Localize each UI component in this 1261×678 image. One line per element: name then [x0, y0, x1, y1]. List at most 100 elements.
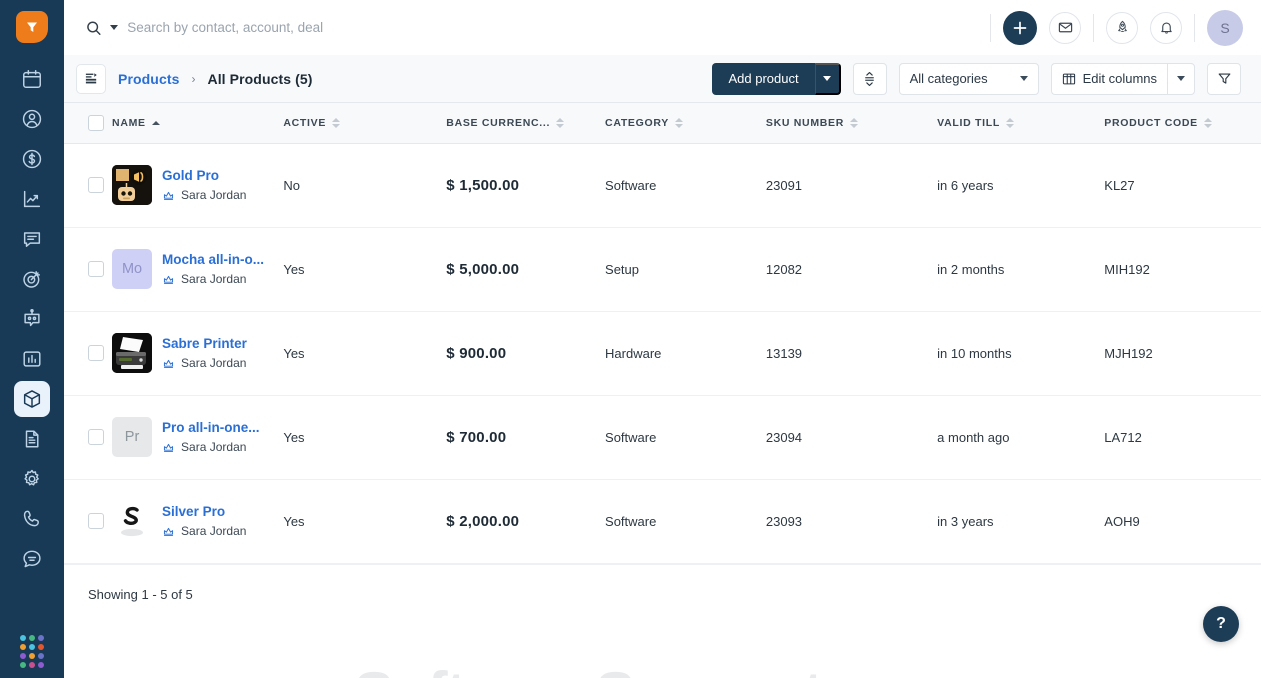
product-code-value: AOH9 [1104, 513, 1140, 529]
sidebar-item-calls[interactable] [14, 501, 50, 537]
funnel-logo-glyph [27, 22, 37, 32]
add-product-button[interactable]: Add product [712, 62, 815, 95]
column-header-sku[interactable]: SKU NUMBER [765, 103, 938, 144]
sidebar-item-deals[interactable] [14, 141, 69, 177]
global-search[interactable] [86, 20, 990, 36]
active-value: Yes [283, 429, 305, 445]
sidebar-item-targets[interactable] [14, 261, 50, 297]
row-checkbox[interactable] [88, 345, 104, 361]
calendar-icon [23, 70, 41, 88]
column-label: ACTIVE [283, 116, 327, 129]
breadcrumb-current: All Products (5) [207, 70, 313, 87]
sort-arrows-icon[interactable] [850, 117, 859, 128]
select-all-checkbox[interactable] [88, 114, 104, 131]
sidebar-item-documents[interactable] [14, 421, 50, 457]
columns-icon [1062, 73, 1075, 84]
sort-arrows-icon[interactable] [674, 117, 683, 128]
sidebar-item-settings[interactable] [14, 461, 50, 497]
cell-valid-till: in 10 months [937, 311, 1104, 395]
category-filter-select[interactable]: All categories [898, 62, 1039, 95]
search-input[interactable] [127, 20, 990, 35]
sidebar-item-messages[interactable] [14, 541, 50, 577]
cell-category: Software [605, 395, 766, 479]
sort-arrows-icon[interactable] [1005, 117, 1014, 128]
add-new-button[interactable] [1003, 10, 1037, 45]
funnel-logo[interactable] [16, 11, 48, 43]
sku-value: 23094 [765, 429, 803, 445]
column-label: NAME [112, 116, 146, 129]
edit-columns-label: Edit columns [1082, 71, 1157, 86]
row-select-cell [64, 479, 112, 563]
sidebar-item-products[interactable] [14, 381, 50, 417]
row-checkbox[interactable] [88, 261, 104, 277]
sidebar-item-conversations[interactable] [14, 221, 69, 257]
sort-arrows-icon[interactable] [332, 117, 341, 128]
cell-product-code: AOH9 [1104, 479, 1261, 563]
cell-name: Gold Pro Sara Jordan [112, 143, 283, 227]
sort-arrows-icon[interactable] [556, 117, 565, 128]
mail-button[interactable] [1049, 11, 1081, 44]
user-avatar[interactable]: S [1207, 9, 1243, 46]
cell-name: Sabre Printer Sara Jordan [112, 311, 283, 395]
table-row[interactable]: Pr Pro all-in-one... Sara Jordan Yes $ 700.0… [64, 395, 1261, 479]
table-row[interactable]: Sabre Printer Sara Jordan Yes $ 900.00 Hardw… [64, 311, 1261, 395]
price-value: $ 2,000.00 [446, 512, 520, 530]
column-header-base-currency[interactable]: BASE CURRENC... [446, 103, 606, 144]
notifications-button[interactable] [1150, 11, 1182, 44]
app-grid-dot [20, 653, 26, 659]
sidebar-item-calendar[interactable] [14, 61, 50, 97]
valid-till-value: a month ago [937, 429, 1010, 445]
table-row[interactable]: Silver Pro Sara Jordan Yes $ 2,000.00 Softwa… [64, 479, 1261, 563]
column-header-name[interactable]: NAME [112, 103, 284, 144]
watermark-main: SoftwareSuggest [354, 660, 823, 678]
add-product-dropdown-button[interactable] [814, 62, 841, 95]
product-name-link[interactable]: Sabre Printer [162, 336, 247, 351]
sidebar-item-reports[interactable] [14, 341, 50, 377]
product-name-link[interactable]: Gold Pro [162, 168, 246, 183]
active-value: Yes [283, 261, 305, 277]
column-header-active[interactable]: ACTIVE [283, 103, 447, 144]
filter-button[interactable] [1207, 62, 1241, 95]
edit-columns-button[interactable]: Edit columns [1050, 62, 1167, 95]
sidebar-item-bots[interactable] [14, 301, 50, 337]
product-code-value: MJH192 [1104, 345, 1153, 361]
help-button[interactable]: ? [1203, 606, 1239, 642]
row-checkbox[interactable] [88, 429, 104, 445]
table-row[interactable]: Gold Pro Sara Jordan No $ 1,500.00 Software 2… [64, 143, 1261, 227]
row-checkbox[interactable] [88, 177, 104, 193]
breadcrumb-parent-link[interactable]: Products [118, 71, 179, 87]
cell-base-currency: $ 700.00 [446, 395, 605, 479]
product-owner: Sara Jordan [162, 440, 260, 454]
cell-active: Yes [283, 311, 446, 395]
product-owner: Sara Jordan [162, 356, 247, 370]
sort-arrows-icon[interactable] [151, 120, 160, 125]
sort-button[interactable] [852, 62, 887, 95]
cell-valid-till: a month ago [937, 395, 1104, 479]
robot-chat-icon [24, 309, 40, 327]
whats-new-button[interactable] [1106, 11, 1138, 44]
table-row[interactable]: Mo Mocha all-in-o... Sara Jordan Yes $ 5,000… [64, 227, 1261, 311]
edit-columns-dropdown-button[interactable] [1167, 62, 1195, 95]
app-grid-dot [29, 644, 35, 650]
column-header-category[interactable]: CATEGORY [605, 103, 766, 144]
edit-columns-split-button: Edit columns [1050, 62, 1195, 95]
column-header-valid-till[interactable]: VALID TILL [937, 103, 1105, 144]
cell-base-currency: $ 5,000.00 [446, 227, 605, 311]
cell-category: Hardware [605, 311, 766, 395]
divider [1194, 13, 1195, 42]
target-icon [23, 271, 40, 288]
list-toggle-button[interactable] [76, 63, 106, 94]
sidebar-item-analytics[interactable] [14, 181, 50, 217]
breadcrumb-toolbar: Products › All Products (5) Add product [64, 55, 1261, 103]
row-checkbox[interactable] [88, 513, 104, 529]
product-name-link[interactable]: Silver Pro [162, 504, 246, 519]
search-scope-caret-icon[interactable] [110, 25, 119, 30]
column-header-product-code[interactable]: PRODUCT CODE [1104, 103, 1261, 144]
cell-active: Yes [283, 395, 446, 479]
owner-name: Sara Jordan [181, 356, 247, 370]
sort-arrows-icon[interactable] [1203, 117, 1212, 128]
product-name-link[interactable]: Pro all-in-one... [162, 420, 260, 435]
app-grid-icon[interactable] [20, 635, 44, 668]
sidebar-item-contacts[interactable] [14, 101, 69, 137]
product-name-link[interactable]: Mocha all-in-o... [162, 252, 264, 267]
